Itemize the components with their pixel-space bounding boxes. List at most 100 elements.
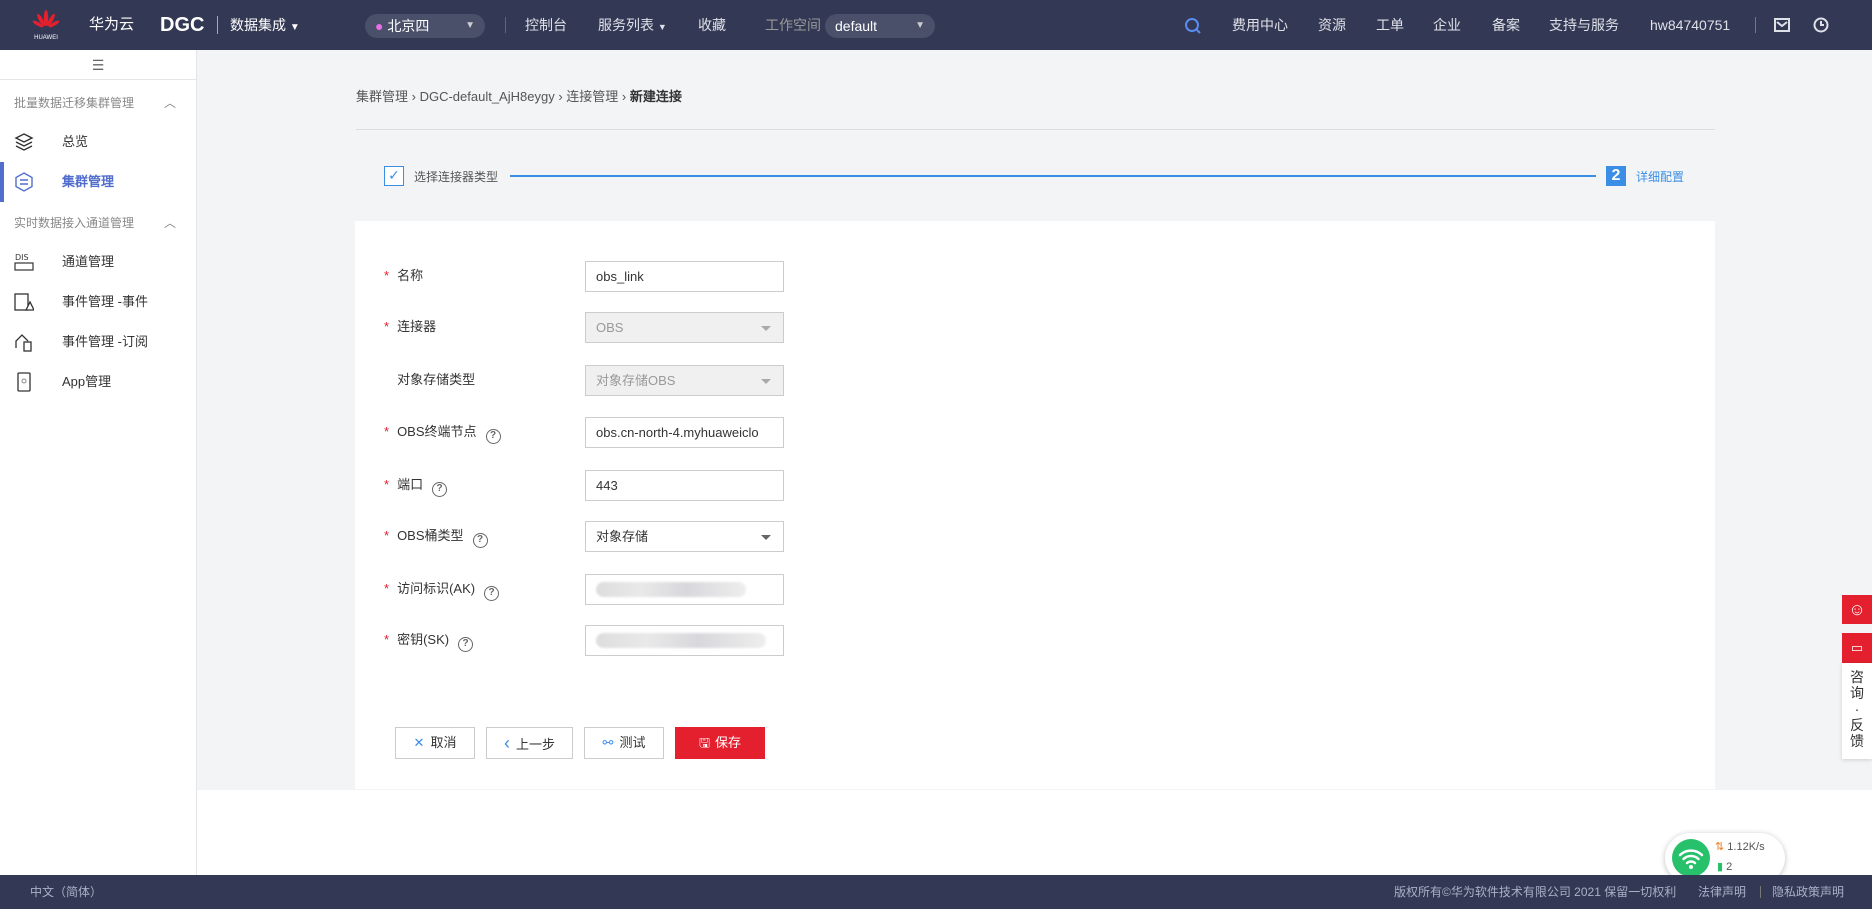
nav-favorites[interactable]: 收藏 [698, 0, 726, 50]
count-value: 2 [1726, 861, 1733, 873]
chat-icon[interactable]: ▭ [1842, 633, 1872, 663]
region-value: 北京四 [387, 18, 430, 34]
module-menu[interactable]: 数据集成 ▼ [230, 0, 300, 53]
search-icon[interactable] [1184, 17, 1202, 35]
divider [1760, 886, 1761, 898]
nav-tickets[interactable]: 工单 [1376, 0, 1404, 50]
button-label: 测试 [619, 735, 646, 750]
required-asterisk: * [384, 632, 390, 647]
breadcrumb-links[interactable]: 连接管理 [566, 89, 618, 104]
feedback-char: 咨 [1850, 669, 1864, 685]
field-value: obs.cn-north-4.myhuaweiclo [596, 425, 759, 440]
field-label: * OBS桶类型? [384, 526, 488, 548]
huawei-logo-icon[interactable]: HUAWEI [30, 9, 62, 41]
breadcrumb-cluster[interactable]: 集群管理 [356, 89, 408, 104]
layers-icon [14, 133, 34, 151]
help-icon[interactable]: ? [472, 533, 488, 548]
mail-icon[interactable] [1774, 18, 1790, 32]
nav-service-list[interactable]: 服务列表 ▼ [598, 0, 667, 52]
save-button[interactable]: 🖫 保存 [675, 727, 765, 759]
breadcrumb: 集群管理 › DGC-default_AjH8eygy › 连接管理 › 新建连… [356, 89, 682, 104]
clock-icon[interactable] [1813, 17, 1829, 33]
product-name[interactable]: DGC [160, 0, 204, 50]
field-value: 443 [596, 478, 618, 493]
select-field[interactable]: 对象存储 [585, 521, 784, 552]
button-label: 取消 [430, 735, 457, 750]
feedback-char: 询 [1850, 685, 1864, 701]
privacy-link[interactable]: 隐私政策声明 [1772, 875, 1844, 909]
item-label: 通道管理 [62, 254, 115, 269]
sidebar-item-subscribe[interactable]: 事件管理 -订阅 [0, 322, 196, 362]
help-icon[interactable]: ? [484, 586, 500, 601]
speed-value: 1.12K/s [1727, 841, 1765, 853]
text-input[interactable] [585, 625, 784, 656]
sidebar: ☰ 批量数据迁移集群管理 ︿ 总览 集群管理 实时数据接入通道管理 ︿ DIS 通道管… [0, 50, 197, 875]
help-icon[interactable]: ? [432, 482, 448, 497]
step-1-label: 选择连接器类型 [414, 170, 499, 184]
form-card [355, 221, 1715, 789]
footer: 中文（简体） 版权所有©华为软件技术有限公司 2021 保留一切权利 法律声明 … [0, 875, 1872, 909]
field-label: *对象存储类型 [384, 370, 475, 390]
divider [505, 17, 506, 33]
smiley-feedback-icon[interactable]: ☺ [1842, 595, 1872, 624]
select-field: OBS [585, 312, 784, 343]
sidebar-group-batch[interactable]: 批量数据迁移集群管理 ︿ [14, 94, 176, 111]
text-input[interactable] [585, 574, 784, 605]
masked-value [596, 633, 766, 648]
legal-link[interactable]: 法律声明 [1698, 875, 1746, 909]
workspace-select[interactable]: default ▼ [825, 14, 935, 38]
button-label: 保存 [715, 735, 742, 750]
user-menu[interactable]: hw84740751 [1650, 0, 1730, 50]
breadcrumb-cluster-name[interactable]: DGC-default_AjH8eygy [420, 89, 555, 104]
field-label: * 名称 [384, 266, 423, 286]
test-button[interactable]: ⚯ 测试 [584, 727, 664, 759]
help-icon[interactable]: ? [458, 637, 474, 652]
group-title: 实时数据接入通道管理 [14, 216, 135, 230]
field-label: * 端口? [384, 475, 448, 497]
divider [1755, 17, 1756, 33]
sidebar-item-event[interactable]: 事件管理 -事件 [0, 282, 196, 322]
feedback-char: · [1854, 701, 1860, 717]
required-asterisk: * [384, 528, 390, 543]
caret-down-icon [761, 326, 771, 331]
sidebar-item-channel[interactable]: DIS 通道管理 [0, 242, 196, 282]
close-icon: ✕ [413, 735, 425, 750]
consult-feedback-button[interactable]: 咨询 · 反馈 [1842, 663, 1872, 759]
masked-value [596, 582, 746, 597]
chevron-up-icon: ︿ [164, 96, 177, 110]
sidebar-item-cluster[interactable]: 集群管理 [0, 162, 196, 202]
text-input[interactable]: obs_link [585, 261, 784, 292]
collapse-menu-icon[interactable]: ☰ [0, 50, 196, 80]
previous-step-button[interactable]: ‹ 上一步 [486, 727, 573, 759]
label-text: 访问标识(AK) [397, 581, 476, 596]
sidebar-item-overview[interactable]: 总览 [0, 122, 196, 162]
svg-text:HUAWEI: HUAWEI [34, 35, 58, 41]
required-asterisk: * [384, 424, 390, 439]
field-label: * 连接器 [384, 317, 436, 337]
divider [356, 129, 1715, 130]
brand-name[interactable]: 华为云 [89, 0, 134, 50]
nav-support[interactable]: 支持与服务 [1549, 0, 1619, 50]
caret-down-icon: ▼ [657, 22, 667, 32]
event-icon [14, 293, 34, 311]
nav-console[interactable]: 控制台 [525, 0, 567, 50]
region-select[interactable]: ● 北京四 ▼ [365, 14, 485, 38]
sidebar-item-app[interactable]: App管理 [0, 362, 196, 402]
nav-filing[interactable]: 备案 [1492, 0, 1520, 50]
svg-text:DIS: DIS [15, 253, 29, 262]
chevron-up-icon: ︿ [164, 216, 177, 230]
field-value: OBS [596, 320, 624, 335]
nav-resources[interactable]: 资源 [1318, 0, 1346, 50]
field-value: 对象存储OBS [596, 373, 676, 388]
sidebar-group-realtime[interactable]: 实时数据接入通道管理 ︿ [14, 214, 176, 231]
help-icon[interactable]: ? [485, 429, 501, 444]
nav-billing[interactable]: 费用中心 [1232, 0, 1288, 50]
text-input[interactable]: obs.cn-north-4.myhuaweiclo [585, 417, 784, 448]
text-input[interactable]: 443 [585, 470, 784, 501]
field-label: * OBS终端节点? [384, 422, 501, 444]
nav-enterprise[interactable]: 企业 [1433, 0, 1461, 50]
cancel-button[interactable]: ✕ 取消 [395, 727, 475, 759]
required-asterisk: * [384, 477, 390, 492]
cluster-icon [15, 172, 33, 192]
language-select[interactable]: 中文（简体） [30, 875, 102, 909]
